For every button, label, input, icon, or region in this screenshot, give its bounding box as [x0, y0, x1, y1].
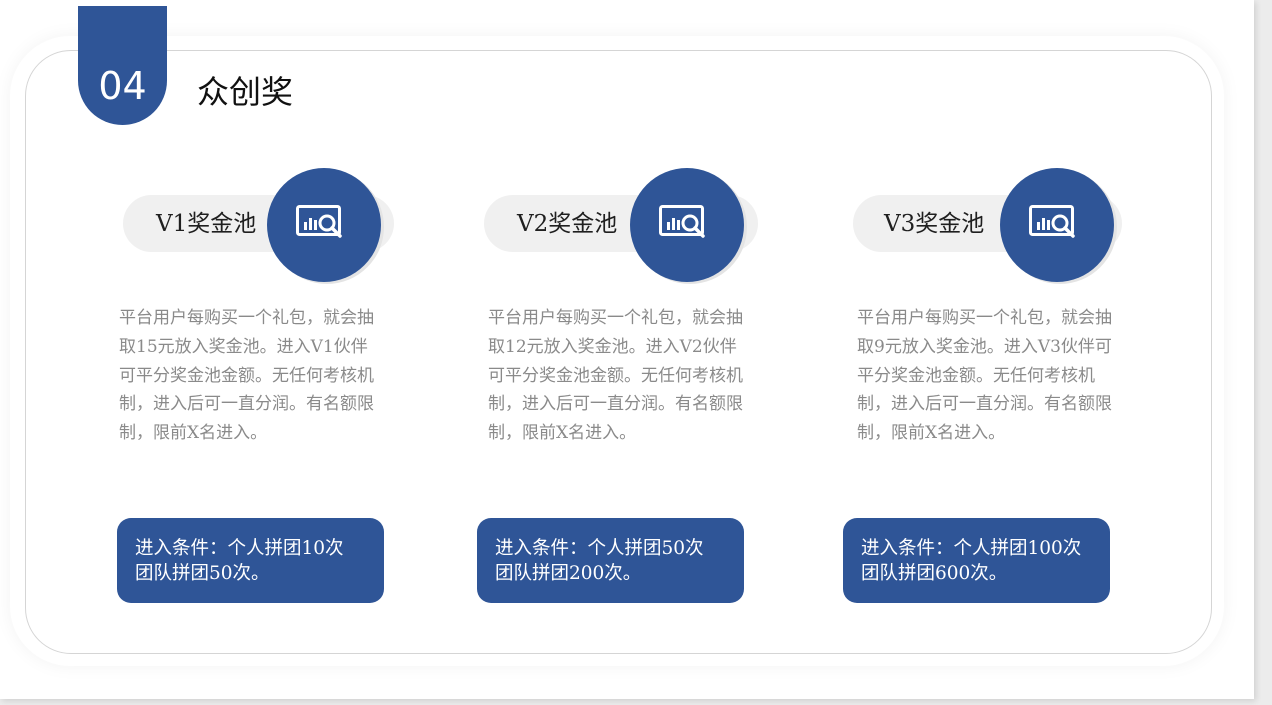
pool-condition: 进入条件：个人拼团50次 团队拼团200次。 — [495, 536, 740, 586]
chart-magnifier-icon — [659, 205, 705, 238]
pool-condition: 进入条件：个人拼团100次 团队拼团600次。 — [861, 536, 1106, 586]
pool-label: V2奖金池 — [517, 211, 618, 237]
pool-description: 平台用户每购买一个礼包，就会抽取12元放入奖金池。进入V2伙伴可平分奖金池金额。… — [488, 308, 743, 444]
pool-label: V3奖金池 — [884, 211, 985, 237]
pool-icon-badge — [1000, 168, 1114, 282]
pool-description: 平台用户每购买一个礼包，就会抽取15元放入奖金池。进入V1伙伴可平分奖金池金额。… — [119, 308, 374, 444]
chart-magnifier-icon — [1029, 205, 1075, 238]
pool-icon-badge — [267, 168, 381, 282]
pool-condition-box: 进入条件：个人拼团100次 团队拼团600次。 — [843, 518, 1110, 603]
pool-icon-badge — [630, 168, 744, 282]
pool-description: 平台用户每购买一个礼包，就会抽取9元放入奖金池。进入V3伙伴可平分奖金池金额。无… — [857, 308, 1112, 444]
section-number-tab: 04 — [78, 6, 167, 125]
pool-condition-line: 进入条件：个人拼团50次 — [495, 538, 704, 559]
pool-label: V1奖金池 — [156, 211, 257, 237]
pool-condition-line: 进入条件：个人拼团100次 — [861, 538, 1082, 559]
section-number: 04 — [98, 64, 147, 108]
pool-condition-box: 进入条件：个人拼团10次 团队拼团50次。 — [117, 518, 384, 603]
pool-condition-line: 团队拼团50次。 — [135, 563, 270, 584]
slide: 04 众创奖 V1奖金池 平台用户每购买一个礼包，就会抽取15元放入奖金池。进入… — [0, 0, 1254, 699]
pool-condition-line: 团队拼团200次。 — [495, 563, 642, 584]
section-title: 众创奖 — [197, 73, 294, 111]
pool-condition-box: 进入条件：个人拼团50次 团队拼团200次。 — [477, 518, 744, 603]
pool-condition-line: 进入条件：个人拼团10次 — [135, 538, 344, 559]
chart-magnifier-icon — [296, 205, 342, 238]
pool-condition: 进入条件：个人拼团10次 团队拼团50次。 — [135, 536, 380, 586]
pool-condition-line: 团队拼团600次。 — [861, 563, 1008, 584]
